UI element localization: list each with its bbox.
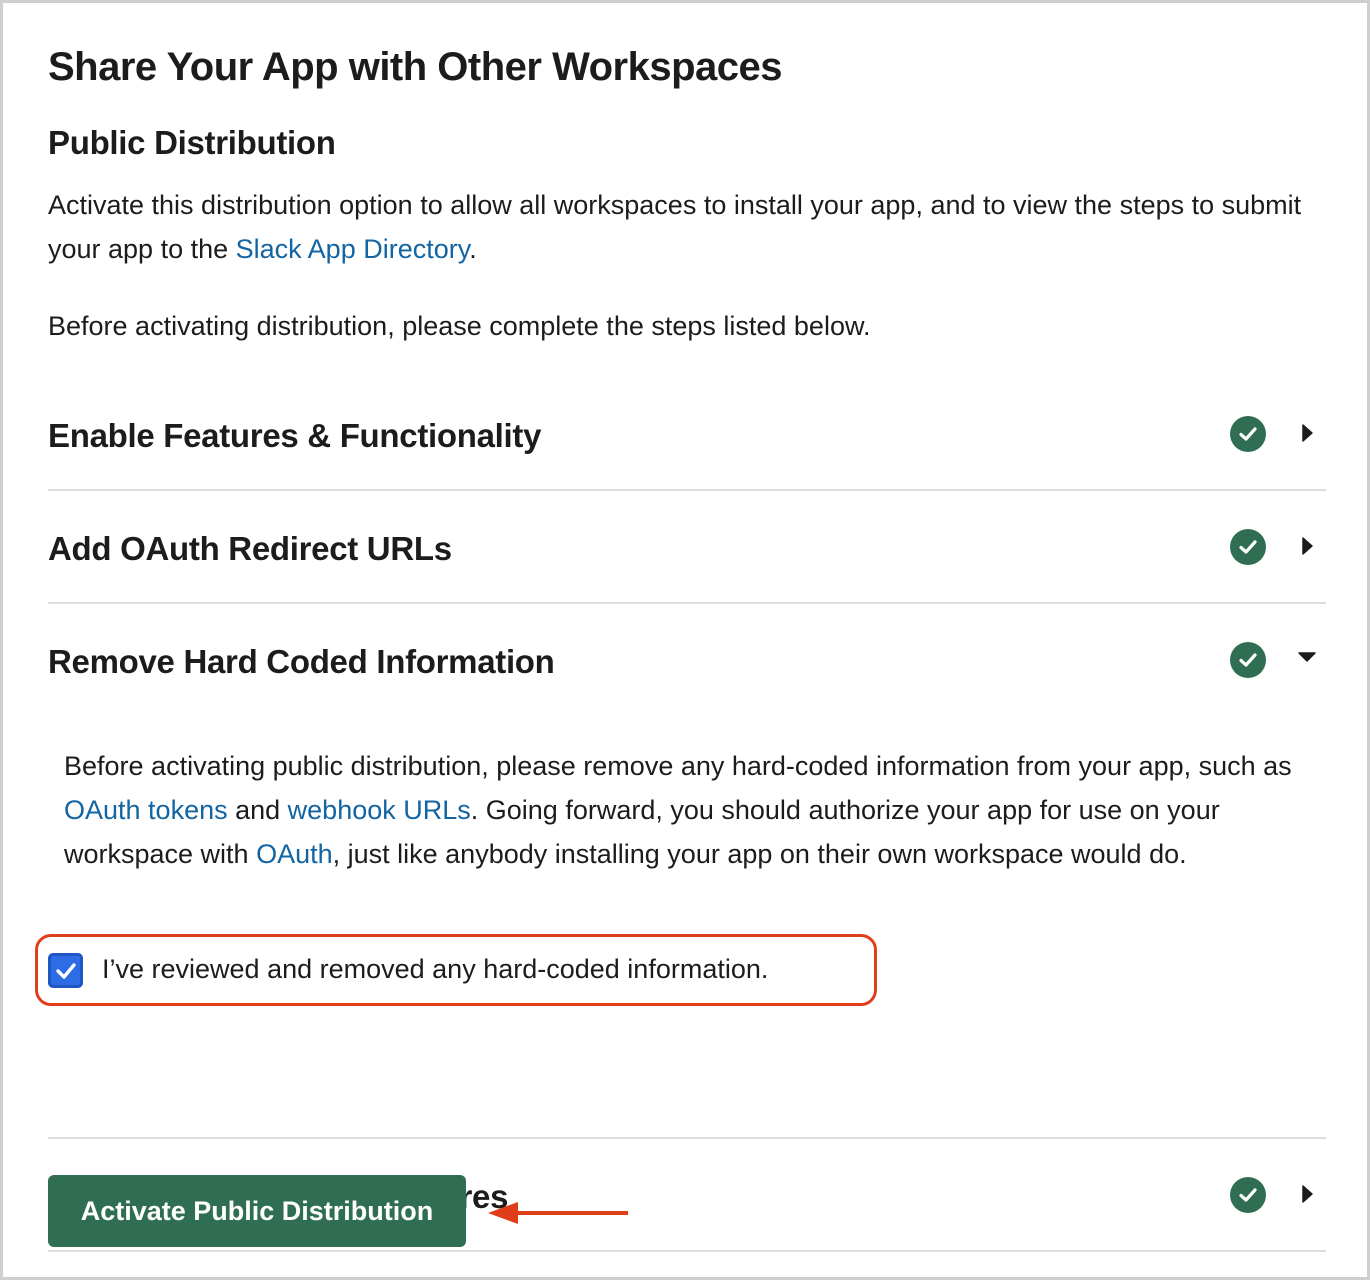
- step-title[interactable]: Add OAuth Redirect URLs: [48, 527, 452, 571]
- step-title[interactable]: Enable Features & Functionality: [48, 414, 541, 458]
- desc-part2: and: [227, 795, 288, 825]
- steps-instruction: Before activating distribution, please c…: [48, 311, 871, 341]
- caret-right-icon[interactable]: [1298, 420, 1318, 446]
- section-title: Public Distribution: [48, 124, 336, 161]
- intro-text-after: .: [469, 234, 477, 264]
- activate-public-distribution-button[interactable]: Activate Public Distribution: [48, 1175, 466, 1247]
- confirm-label[interactable]: I’ve reviewed and removed any hard-coded…: [102, 949, 768, 989]
- caret-right-icon[interactable]: [1298, 533, 1318, 559]
- intro-text: Activate this distribution option to all…: [48, 183, 1323, 271]
- page-title: Share Your App with Other Workspaces: [48, 45, 783, 89]
- check-circle-icon: [1230, 416, 1266, 452]
- hard-coded-info-description: Before activating public distribution, p…: [64, 744, 1314, 876]
- confirm-highlight: I’ve reviewed and removed any hard-coded…: [35, 934, 877, 1006]
- caret-right-icon[interactable]: [1298, 1181, 1318, 1207]
- desc-part4: , just like anybody installing your app …: [332, 839, 1187, 869]
- slack-app-directory-link[interactable]: Slack App Directory: [236, 234, 470, 264]
- oauth-link[interactable]: OAuth: [256, 839, 333, 869]
- confirm-checkbox[interactable]: [48, 953, 83, 988]
- oauth-tokens-link[interactable]: OAuth tokens: [64, 795, 228, 825]
- step-enable-features[interactable]: Enable Features & Functionality: [48, 378, 1326, 491]
- arrow-left-icon: [488, 1202, 628, 1224]
- check-circle-icon: [1230, 642, 1266, 678]
- step-title[interactable]: Remove Hard Coded Information: [48, 640, 555, 684]
- caret-down-icon[interactable]: [1294, 644, 1320, 670]
- check-circle-icon: [1230, 1177, 1266, 1213]
- desc-part1: Before activating public distribution, p…: [64, 751, 1292, 781]
- check-circle-icon: [1230, 529, 1266, 565]
- webhook-urls-link[interactable]: webhook URLs: [288, 795, 471, 825]
- step-add-oauth-redirect-urls[interactable]: Add OAuth Redirect URLs: [48, 491, 1326, 604]
